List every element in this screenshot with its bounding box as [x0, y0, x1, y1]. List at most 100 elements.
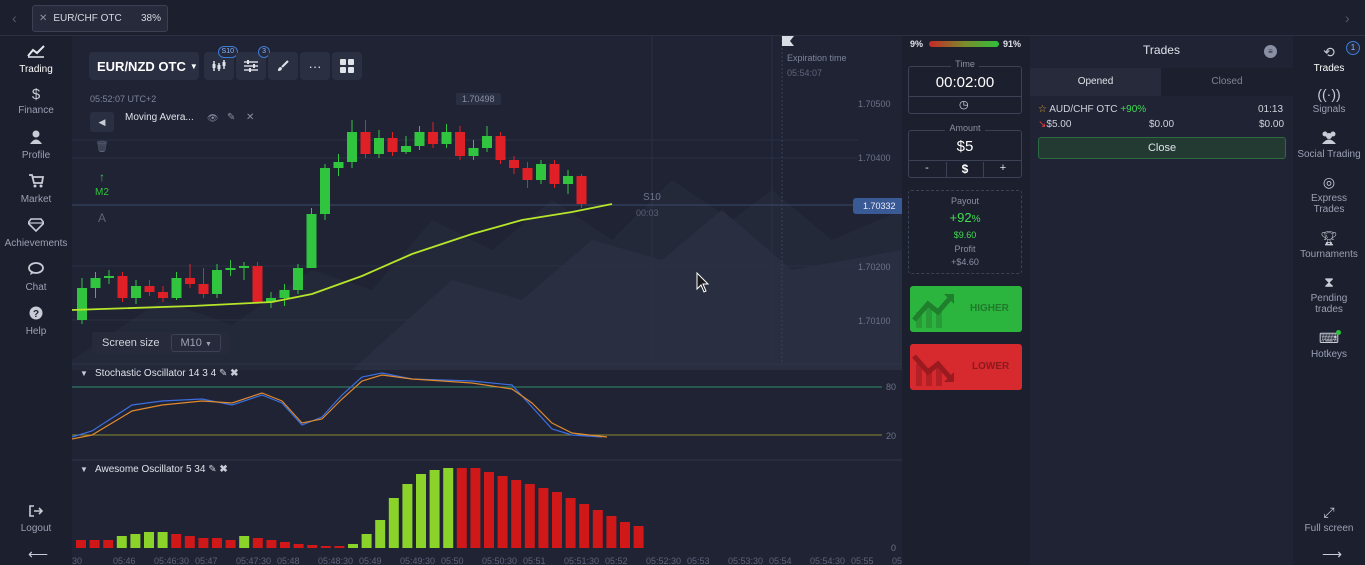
collapse-arrow-icon[interactable]: ⟵ — [28, 546, 48, 563]
amount-value[interactable]: $5 — [908, 138, 1022, 155]
nav-express-trades[interactable]: ◎ Express Trades — [1293, 174, 1365, 215]
candle — [563, 176, 573, 184]
chat-icon — [0, 262, 72, 280]
profit-label: Profit — [954, 244, 976, 254]
trade-stake-row: ↘$5.00 — [1038, 119, 1071, 130]
tab-closed[interactable]: Closed — [1161, 68, 1293, 96]
amount-minus-button[interactable]: - — [908, 162, 946, 174]
nav-social-trading[interactable]: Social Trading — [1293, 130, 1365, 160]
scroll-left-icon[interactable]: ‹ — [12, 10, 17, 26]
oscillator-bar — [620, 522, 630, 548]
nav-label: Signals — [1312, 104, 1346, 115]
nav-label: Social Trading — [1297, 149, 1361, 160]
time-tick: 05:52:30 — [646, 556, 682, 565]
nav-trading[interactable]: Trading — [0, 44, 72, 75]
oscillator-bar — [416, 474, 426, 548]
nav-label: Logout — [20, 523, 52, 534]
amount-plus-button[interactable]: + — [984, 162, 1022, 174]
scroll-right-icon[interactable]: › — [1345, 10, 1350, 26]
group-icon — [1293, 130, 1365, 147]
nav-finance[interactable]: $ Finance — [0, 86, 72, 116]
time-tick: 05:47:30 — [236, 556, 272, 565]
nav-full-screen[interactable]: ⤢ Full screen — [1293, 504, 1365, 534]
trade-stake: $5.00 — [1046, 119, 1072, 130]
nav-tournaments[interactable]: 🏆︎ Tournaments — [1293, 230, 1365, 260]
time-tick: 05:50 — [441, 556, 464, 565]
time-tick: 05:46 — [113, 556, 136, 565]
signal-icon: ((·)) — [1317, 86, 1341, 102]
oscillator-bar — [606, 516, 617, 548]
oscillator-bar — [511, 480, 522, 548]
sentiment-high: 91% — [1003, 39, 1022, 49]
stochastic-k-line — [72, 372, 603, 438]
candle — [468, 148, 479, 156]
oscillator-bar — [212, 538, 222, 548]
nav-market[interactable]: Market — [0, 174, 72, 205]
candle — [441, 132, 452, 144]
nav-hotkeys[interactable]: ⌨ Hotkeys — [1293, 330, 1365, 360]
oscillator-bar — [252, 538, 263, 548]
expand-arrow-icon[interactable]: ⟶ — [1322, 546, 1342, 563]
user-icon — [0, 130, 72, 148]
candle — [549, 164, 560, 184]
oscillator-bar — [579, 504, 590, 548]
oscillator-bar — [348, 544, 358, 548]
candle — [522, 168, 533, 180]
oscillator-bar — [524, 484, 535, 548]
candle — [198, 284, 209, 294]
nav-chat[interactable]: Chat — [0, 262, 72, 293]
asset-tab[interactable]: ✕ EUR/CHF OTC 38% — [32, 5, 168, 32]
oscillator-bar — [280, 542, 290, 548]
target-icon: ◎ — [1322, 174, 1336, 190]
nav-profile[interactable]: Profile — [0, 130, 72, 161]
higher-label: HIGHER — [970, 303, 1009, 314]
tab-opened[interactable]: Opened — [1030, 68, 1161, 96]
candle — [428, 132, 438, 144]
currency-button[interactable]: $ — [946, 162, 984, 178]
candle — [252, 266, 263, 302]
candle — [536, 164, 546, 180]
nav-label: Help — [25, 326, 47, 337]
nav-pending-trades[interactable]: ⧗ Pending trades — [1293, 274, 1365, 315]
lower-button[interactable]: LOWER — [910, 344, 1022, 390]
candle — [225, 268, 236, 270]
candle — [90, 278, 101, 288]
nav-help[interactable]: ? Help — [0, 306, 72, 337]
candle — [144, 286, 155, 292]
candle — [293, 268, 303, 290]
time-tick: 05:49:30 — [400, 556, 436, 565]
candle — [279, 290, 290, 298]
list-icon[interactable]: ≡ — [1264, 45, 1277, 58]
screen-size-value: M10 — [180, 337, 202, 349]
screen-size-select[interactable]: M10 ▼ — [171, 334, 221, 352]
hourglass-icon: ⧗ — [1324, 274, 1334, 290]
logout-icon — [0, 504, 72, 521]
oscillator-bar — [266, 540, 277, 548]
close-trade-button[interactable]: Close — [1038, 137, 1286, 159]
oscillator-bar — [239, 536, 250, 548]
star-icon[interactable]: ☆ — [1038, 104, 1047, 115]
clock-icon[interactable]: ◷ — [959, 98, 969, 111]
time-tick: 05:47 — [195, 556, 218, 565]
stochastic-oscillator-chart — [72, 372, 882, 440]
oscillator-bar — [388, 498, 399, 548]
candle — [239, 266, 249, 268]
caret-down-icon: ▼ — [204, 341, 212, 348]
nav-label: Hotkeys — [1310, 349, 1348, 360]
candle — [576, 176, 587, 204]
trades-count-badge: 1 — [1346, 41, 1360, 55]
time-tick: 05:55 — [851, 556, 874, 565]
nav-signals[interactable]: ((·)) Signals — [1293, 86, 1365, 115]
sentiment-bar — [929, 41, 999, 47]
close-icon[interactable]: ✕ — [39, 13, 47, 24]
candle — [495, 136, 506, 160]
time-value[interactable]: 00:02:00 — [908, 74, 1022, 91]
higher-button[interactable]: HIGHER — [910, 286, 1022, 332]
time-axis: 30 05:46 05:46:30 05:47 05:47:30 05:48 05:48:3… — [72, 556, 902, 565]
nav-achievements[interactable]: Achievements — [0, 218, 72, 249]
diamond-icon — [0, 218, 72, 236]
cart-icon — [0, 174, 72, 192]
trade-mid: $0.00 — [1149, 119, 1175, 130]
awesome-oscillator-chart — [76, 468, 644, 548]
nav-logout[interactable]: Logout — [0, 504, 72, 534]
